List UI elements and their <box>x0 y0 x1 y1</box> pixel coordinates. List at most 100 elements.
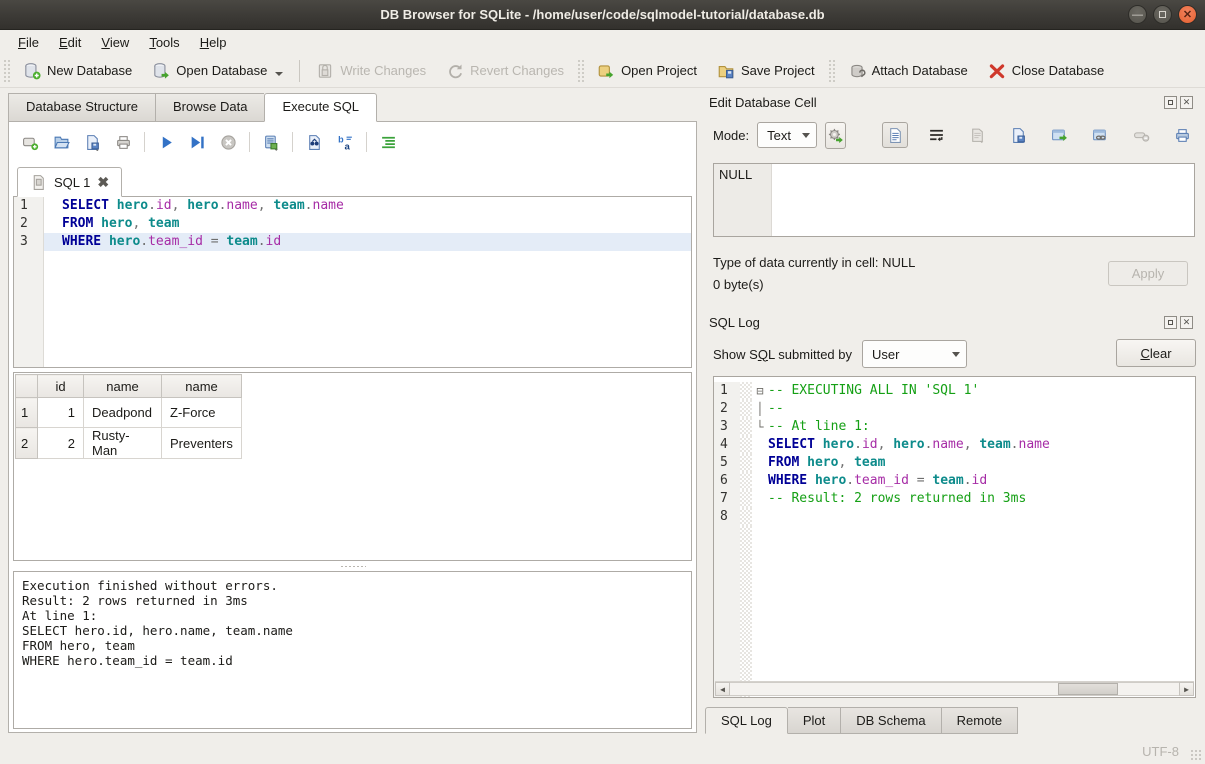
cell[interactable]: Rusty-Man <box>84 428 162 459</box>
save-as-button[interactable] <box>1005 122 1031 148</box>
attach-database-button[interactable]: Attach Database <box>838 57 978 85</box>
scrollbar-thumb[interactable] <box>1058 683 1118 695</box>
auto-complete-button[interactable]: ba <box>332 129 358 155</box>
cell[interactable]: 2 <box>38 428 84 459</box>
splitter-handle[interactable] <box>13 563 692 570</box>
horizontal-scrollbar[interactable]: ◀ ▶ <box>715 681 1194 696</box>
find-button[interactable] <box>301 129 327 155</box>
open-project-button[interactable]: Open Project <box>587 57 707 85</box>
scroll-right-icon[interactable]: ▶ <box>1179 682 1194 696</box>
row-header[interactable]: 1 <box>16 398 38 428</box>
cell[interactable]: Z-Force <box>162 398 242 428</box>
write-changes-button: Write Changes <box>306 57 436 85</box>
tab-db-schema[interactable]: DB Schema <box>841 707 941 734</box>
save-project-button[interactable]: Save Project <box>707 57 825 85</box>
scrollbar-track[interactable] <box>730 682 1179 696</box>
corner-header[interactable] <box>16 375 38 398</box>
close-database-button[interactable]: Close Database <box>978 57 1115 85</box>
export-icon <box>1051 127 1068 144</box>
tab-plot[interactable]: Plot <box>788 707 841 734</box>
toolbar-drag-handle[interactable] <box>828 59 835 83</box>
open-database-icon <box>152 62 170 80</box>
row-header[interactable]: 2 <box>16 428 38 459</box>
open-database-dropdown-icon[interactable] <box>275 72 283 76</box>
minimize-button[interactable]: — <box>1128 5 1147 24</box>
float-dock-icon[interactable] <box>1164 96 1177 109</box>
format-sql-button[interactable] <box>375 129 401 155</box>
fold-marker-icon: └ <box>752 418 768 436</box>
code-token: name <box>226 198 257 213</box>
cell[interactable]: Deadpond <box>84 398 162 428</box>
menu-tools[interactable]: Tools <box>139 32 189 53</box>
word-wrap-icon <box>928 127 945 144</box>
word-wrap-button[interactable] <box>923 122 949 148</box>
new-sql-tab-button[interactable] <box>17 129 43 155</box>
cell[interactable]: Preventers <box>162 428 242 459</box>
log-code-line: 1⊟-- EXECUTING ALL IN 'SQL 1' <box>714 382 1195 400</box>
open-sql-file-button[interactable] <box>48 129 74 155</box>
menu-edit[interactable]: Edit <box>49 32 91 53</box>
code-line: WHERE hero.team_id = team.id <box>44 233 691 251</box>
maximize-button[interactable] <box>1153 5 1172 24</box>
code-token: SELECT <box>62 198 109 213</box>
sql-log-title: SQL Log <box>709 315 1161 330</box>
apply-mode-button[interactable] <box>825 122 846 149</box>
scroll-left-icon[interactable]: ◀ <box>715 682 730 696</box>
close-dock-icon[interactable]: ✕ <box>1180 96 1193 109</box>
sql-log-view[interactable]: 1⊟-- EXECUTING ALL IN 'SQL 1' 2│-- 3└-- … <box>713 376 1196 698</box>
export-button[interactable] <box>1046 122 1072 148</box>
column-header-name2[interactable]: name <box>162 375 242 398</box>
sql-toolbar-separator <box>144 132 145 152</box>
cell-value-editor[interactable]: NULL <box>713 163 1195 237</box>
tab-execute-sql[interactable]: Execute SQL <box>264 93 377 122</box>
log-code-line: 3└-- At line 1: <box>714 418 1195 436</box>
save-results-button[interactable] <box>258 129 284 155</box>
table-row[interactable]: 2 2 Rusty-Man Preventers <box>16 428 242 459</box>
float-dock-icon[interactable] <box>1164 316 1177 329</box>
code-token: WHERE <box>768 473 807 488</box>
open-database-button[interactable]: Open Database <box>142 57 293 85</box>
menu-help[interactable]: Help <box>190 32 237 53</box>
new-database-button[interactable]: New Database <box>13 57 142 85</box>
open-url-button[interactable] <box>1087 122 1113 148</box>
close-dock-icon[interactable]: ✕ <box>1180 316 1193 329</box>
sql-code-editor[interactable]: 1 SELECT hero.id, hero.name, team.name 2… <box>13 196 692 368</box>
table-row[interactable]: 1 1 Deadpond Z-Force <box>16 398 242 428</box>
column-header-id[interactable]: id <box>38 375 84 398</box>
print-sql-button[interactable] <box>110 129 136 155</box>
execute-line-button[interactable] <box>184 129 210 155</box>
close-tab-icon[interactable]: ✖ <box>97 174 109 191</box>
submitted-by-select[interactable]: User <box>862 340 967 368</box>
toolbar-separator <box>299 60 300 82</box>
fold-marker-icon[interactable]: ⊟ <box>752 382 768 400</box>
close-button[interactable]: ✕ <box>1178 5 1197 24</box>
close-database-icon <box>988 62 1006 80</box>
column-header-name[interactable]: name <box>84 375 162 398</box>
tab-database-structure[interactable]: Database Structure <box>8 93 155 122</box>
toolbar-drag-handle[interactable] <box>577 59 584 83</box>
tab-sql-log[interactable]: SQL Log <box>705 707 788 734</box>
resize-grip[interactable] <box>1190 749 1202 761</box>
toolbar-drag-handle[interactable] <box>3 59 10 83</box>
code-token: = <box>203 234 226 249</box>
tab-browse-data[interactable]: Browse Data <box>155 93 264 122</box>
main-tab-bar: Database Structure Browse Data Execute S… <box>8 93 377 122</box>
save-sql-file-button[interactable] <box>79 129 105 155</box>
tab-remote[interactable]: Remote <box>942 707 1019 734</box>
menu-view[interactable]: View <box>91 32 139 53</box>
mode-select[interactable]: Text <box>757 122 817 148</box>
menu-file[interactable]: File <box>8 32 49 53</box>
clear-button[interactable]: Clear <box>1116 339 1196 367</box>
svg-text:b: b <box>338 134 344 144</box>
sql-document-tab[interactable]: SQL 1 ✖ <box>17 167 122 197</box>
cell[interactable]: 1 <box>38 398 84 428</box>
cell-text-area[interactable] <box>772 164 1194 236</box>
editor-empty-area[interactable] <box>14 251 691 368</box>
execute-all-button[interactable] <box>153 129 179 155</box>
window-title: DB Browser for SQLite - /home/user/code/… <box>0 7 1205 22</box>
print-cell-button[interactable] <box>1169 122 1195 148</box>
text-mode-button[interactable] <box>882 122 908 148</box>
gear-apply-icon <box>827 127 844 144</box>
line-number: 2 <box>14 215 44 233</box>
chevron-down-icon <box>952 352 960 357</box>
